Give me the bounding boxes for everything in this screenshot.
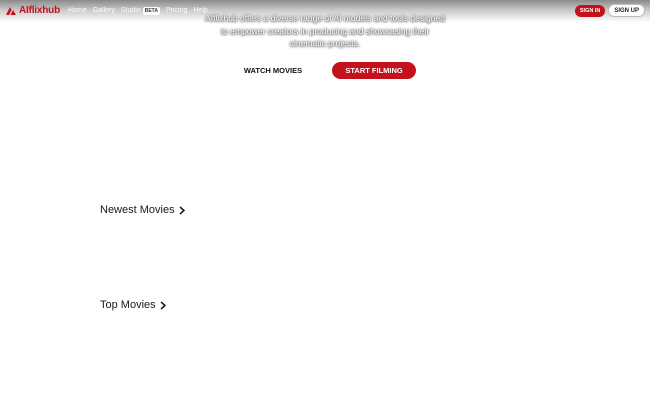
chevron-right-icon [179, 205, 185, 215]
chevron-right-icon [160, 300, 166, 310]
watch-movies-button[interactable]: WATCH MOVIES [234, 62, 312, 79]
newest-movies-heading[interactable]: Newest Movies [100, 204, 185, 216]
top-movies-heading[interactable]: Top Movies [100, 299, 166, 311]
hero-description: AIflixhub offers a diverse range of AI m… [0, 12, 650, 50]
hero-line-2: to empower creators in producing and sho… [220, 25, 430, 36]
hero-line-3: cinematic projects. [289, 38, 361, 48]
hero-line-1: AIflixhub offers a diverse range of AI m… [205, 13, 445, 23]
newest-movies-title: Newest Movies [100, 204, 175, 216]
start-filming-button[interactable]: START FILMING [332, 62, 417, 79]
hero-actions: WATCH MOVIES START FILMING [0, 62, 650, 79]
top-movies-title: Top Movies [100, 299, 156, 311]
